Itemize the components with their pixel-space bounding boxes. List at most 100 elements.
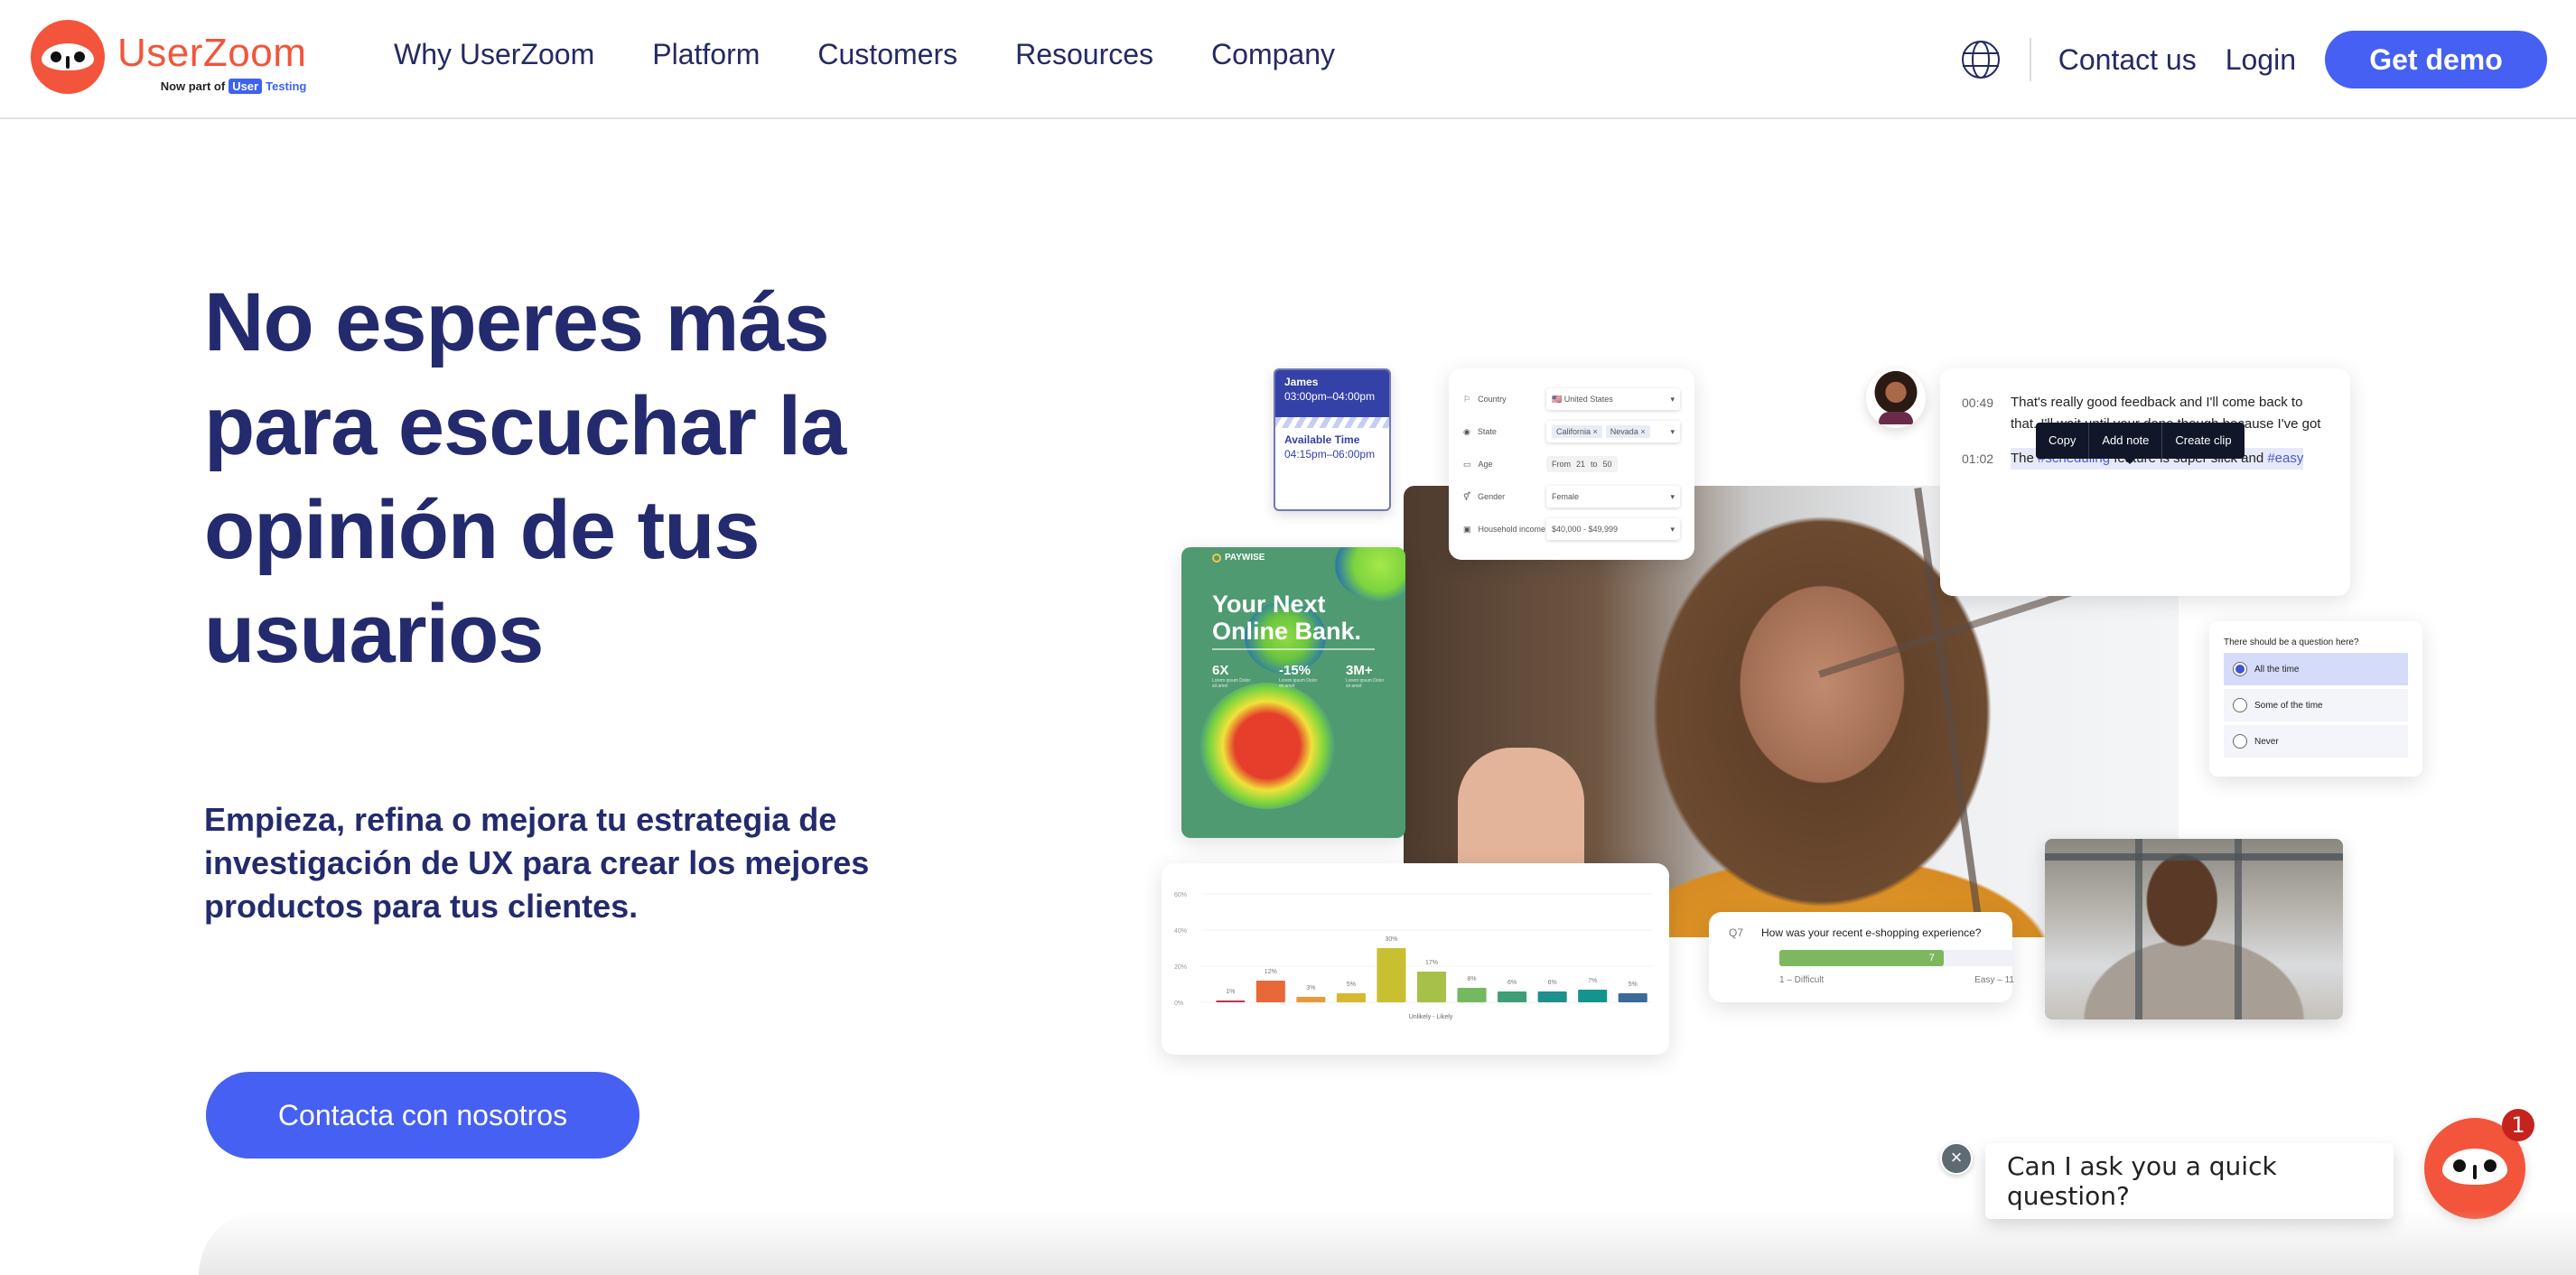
nav-customers[interactable]: Customers xyxy=(817,38,957,71)
nav-divider xyxy=(2029,38,2031,81)
question-number: Q7 xyxy=(1729,926,1744,939)
timestamp[interactable]: 01:02 xyxy=(1962,448,1996,470)
slot-divider xyxy=(1275,417,1389,428)
question-card: There should be a question here? All the… xyxy=(2209,621,2422,777)
bar xyxy=(1377,948,1406,1002)
bar-chart: 0% 20% 40% 60% 1% 12% 3% 5% 30% 17% 8% 6% 6% 7% 5% Unli… xyxy=(1174,892,1653,1020)
country-select[interactable]: 🇺🇸 United States ▾ xyxy=(1546,388,1680,410)
radio-option[interactable]: All the time xyxy=(2224,653,2408,685)
owl-logo-icon xyxy=(31,20,105,94)
filter-state: ◉ State California × Nevada × ▾ xyxy=(1463,415,1680,448)
radio-empty-icon xyxy=(2233,698,2247,712)
heatmap-headline: Your Next Online Bank. xyxy=(1212,591,1362,645)
available-time: 04:15pm–06:00pm xyxy=(1284,448,1376,461)
rating-question-card: Q7 How was your recent e-shopping experie… xyxy=(1709,912,2014,1002)
gender-select[interactable]: Female ▾ xyxy=(1546,486,1680,507)
heatmap-card: PAYWISE Your Next Online Bank. 6X Lorem ip… xyxy=(1181,547,1405,838)
nav-platform[interactable]: Platform xyxy=(652,38,760,71)
location-pin-icon: ◉ xyxy=(1463,426,1470,436)
video-call-photo-man xyxy=(2045,839,2343,1019)
y-tick-label: 0% xyxy=(1174,1000,1183,1007)
bar-value-label: 6% xyxy=(1548,980,1557,986)
brand-subline: Now part of User Testing xyxy=(160,78,307,94)
next-section-edge xyxy=(199,1210,2576,1275)
nav-resources[interactable]: Resources xyxy=(1015,38,1153,71)
radio-option[interactable]: Some of the time xyxy=(2224,689,2408,721)
heatmap-hotspot xyxy=(1199,683,1335,809)
usertesting-testing: Testing xyxy=(266,79,307,93)
filter-country: ⚐ Country 🇺🇸 United States ▾ xyxy=(1463,383,1680,415)
hero-subtitle: Empieza, refina o mejora tu estrategia d… xyxy=(204,801,870,925)
question-text: How was your recent e-shopping experienc… xyxy=(1761,926,1982,939)
stat: 6X Lorem ipsum Dolor sit amet xyxy=(1212,663,1251,689)
radio-empty-icon xyxy=(2233,734,2247,749)
top-navigation: UserZoom Now part of User Testing Why Use… xyxy=(0,0,2576,119)
question-text: There should be a question here? xyxy=(2224,638,2359,647)
state-chip[interactable]: California × xyxy=(1552,425,1602,438)
rating-fill: 7 xyxy=(1779,950,1944,966)
income-select[interactable]: $40,000 - $49,999 ▾ xyxy=(1546,518,1680,540)
state-chip[interactable]: Nevada × xyxy=(1605,425,1650,438)
bar-value-label: 1% xyxy=(1226,989,1235,995)
gender-value: Female xyxy=(1552,492,1580,501)
bar-value-label: 5% xyxy=(1629,982,1638,988)
create-clip-button[interactable]: Create clip xyxy=(2162,423,2244,459)
min-label: 1 – Difficult xyxy=(1779,975,1825,985)
bar xyxy=(1336,993,1366,1002)
filter-label: Gender xyxy=(1478,492,1506,501)
booked-slot: James 03:00pm–04:00pm xyxy=(1275,370,1389,417)
y-tick-label: 40% xyxy=(1174,928,1187,935)
y-tick-label: 20% xyxy=(1174,964,1187,971)
main-menu: Why UserZoom Platform Customers Resource… xyxy=(394,38,1335,71)
chevron-down-icon: ▾ xyxy=(1670,524,1675,534)
chevron-down-icon: ▾ xyxy=(1670,491,1675,501)
audience-filters-card: ⚐ Country 🇺🇸 United States ▾ ◉ State Califo… xyxy=(1449,368,1694,560)
bar xyxy=(1618,993,1647,1002)
rating-slider[interactable]: 7 xyxy=(1779,950,2014,966)
radio-option[interactable]: Never xyxy=(2224,725,2408,758)
bar-value-label: 8% xyxy=(1467,976,1476,982)
close-icon[interactable]: × xyxy=(1940,1142,1973,1175)
bar xyxy=(1416,972,1447,1002)
participant-avatar xyxy=(1866,368,1926,428)
stat: 3M+ Lorem ipsum Dolor sit amet xyxy=(1346,663,1385,689)
chat-prompt[interactable]: Can I ask you a quick question? xyxy=(1985,1143,2394,1219)
notification-badge: 1 xyxy=(2502,1109,2534,1141)
usertesting-user-badge: User xyxy=(229,78,263,94)
hashtag[interactable]: #easy xyxy=(2267,451,2303,466)
transcript-card: 00:49 That's really good feedback and I'… xyxy=(1940,368,2350,596)
age-to[interactable]: 50 xyxy=(1603,460,1612,469)
userzoom-logo[interactable]: UserZoom Now part of User Testing xyxy=(31,20,306,94)
results-bar-chart-card: 0% 20% 40% 60% 1% 12% 3% 5% 30% 17% 8% 6% 6% 7% 5% Unli… xyxy=(1162,863,1669,1055)
nav-actions: Contact us Login Get demo xyxy=(1959,31,2547,88)
gender-icon: ⚥ xyxy=(1463,491,1471,501)
hero-title: No esperes más para escuchar la opinión … xyxy=(204,276,846,680)
calendar-icon: ▭ xyxy=(1463,459,1471,469)
booked-time: 03:00pm–04:00pm xyxy=(1284,390,1376,403)
copy-button[interactable]: Copy xyxy=(2036,423,2090,459)
nav-company[interactable]: Company xyxy=(1211,38,1335,71)
contact-us-button[interactable]: Contacta con nosotros xyxy=(206,1072,639,1159)
subline-prefix: Now part of xyxy=(160,79,226,93)
available-label: Available Time xyxy=(1284,433,1360,446)
contact-us-link[interactable]: Contact us xyxy=(2058,43,2197,77)
participant-name: James xyxy=(1284,376,1319,388)
max-label: Easy – 11 xyxy=(1974,975,2014,985)
filter-label: Country xyxy=(1478,395,1507,404)
flag-icon: ⚐ xyxy=(1463,394,1471,404)
bar xyxy=(1498,991,1527,1002)
add-note-button[interactable]: Add note xyxy=(2089,423,2163,459)
globe-icon[interactable] xyxy=(1959,38,2002,81)
filter-age: ▭ Age From 21 to 50 xyxy=(1463,448,1680,480)
get-demo-button[interactable]: Get demo xyxy=(2325,31,2547,88)
nav-why-userzoom[interactable]: Why UserZoom xyxy=(394,38,594,71)
age-range[interactable]: From 21 to 50 xyxy=(1546,456,1618,472)
radio-selected-icon xyxy=(2233,662,2247,676)
stat: -15% Lorem ipsum Dolor sit amet xyxy=(1279,663,1318,689)
state-multiselect[interactable]: California × Nevada × ▾ xyxy=(1546,421,1680,442)
age-from[interactable]: 21 xyxy=(1576,460,1585,469)
bar-value-label: 6% xyxy=(1507,980,1517,986)
bar-value-label: 5% xyxy=(1347,982,1356,988)
login-link[interactable]: Login xyxy=(2226,43,2296,77)
timestamp[interactable]: 00:49 xyxy=(1962,392,1996,435)
